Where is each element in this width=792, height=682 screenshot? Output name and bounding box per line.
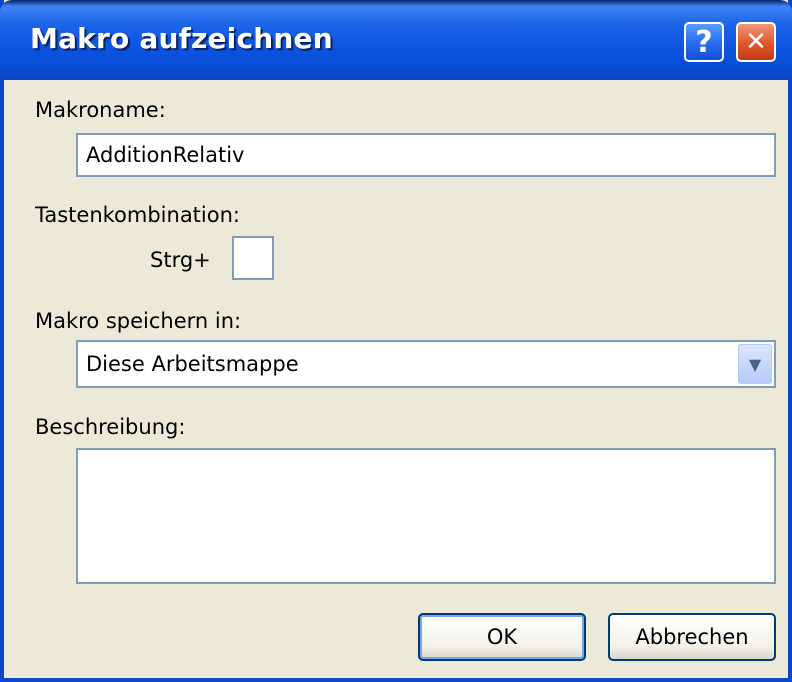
help-button[interactable]: ? bbox=[684, 22, 724, 62]
macro-name-input[interactable]: AdditionRelativ bbox=[76, 133, 776, 177]
shortcut-label: Tastenkombination: bbox=[35, 203, 240, 227]
shortcut-prefix-label: Strg+ bbox=[150, 248, 211, 272]
ok-button-label: OK bbox=[486, 625, 518, 649]
cancel-button[interactable]: Abbrechen bbox=[608, 613, 776, 661]
store-in-select[interactable]: Diese Arbeitsmappe ▼ bbox=[76, 340, 776, 388]
dialog-window: Makro aufzeichnen ? ✕ Makroname: Additio… bbox=[0, 0, 792, 682]
chevron-down-icon[interactable]: ▼ bbox=[738, 344, 772, 384]
description-label: Beschreibung: bbox=[35, 415, 186, 439]
dialog-title: Makro aufzeichnen bbox=[30, 22, 333, 55]
title-bar[interactable]: Makro aufzeichnen ? ✕ bbox=[0, 0, 792, 80]
close-button[interactable]: ✕ bbox=[736, 22, 776, 62]
help-icon: ? bbox=[695, 24, 713, 60]
description-textarea[interactable] bbox=[76, 448, 776, 584]
macro-name-value: AdditionRelativ bbox=[86, 143, 245, 167]
store-in-label: Makro speichern in: bbox=[35, 309, 242, 333]
close-icon: ✕ bbox=[745, 27, 767, 57]
macro-name-label: Makroname: bbox=[35, 98, 166, 122]
ok-button[interactable]: OK bbox=[418, 613, 586, 661]
cancel-button-label: Abbrechen bbox=[635, 625, 749, 649]
shortcut-key-input[interactable] bbox=[232, 236, 274, 280]
store-in-value: Diese Arbeitsmappe bbox=[86, 352, 299, 376]
